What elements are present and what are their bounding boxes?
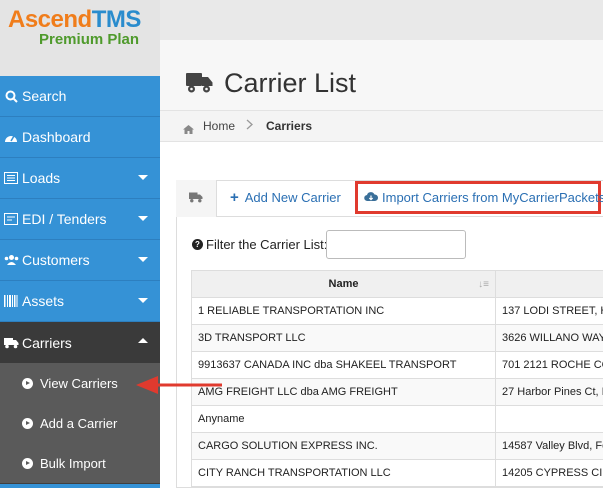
sidebar-item-label: Carriers <box>22 334 72 351</box>
tab-import-label: Import Carriers from MyCarrierPackets <box>382 190 603 205</box>
column-header-name[interactable]: Name ↓≡ <box>191 270 496 298</box>
sidebar-item-label: Assets <box>22 293 65 309</box>
filter-label: ? Filter the Carrier List: <box>192 237 327 252</box>
annotation-arrow <box>136 376 222 394</box>
cell-address: 3626 WILLANO WAY <box>495 324 603 352</box>
sidebar-item-label: Loads <box>22 170 61 186</box>
plus-icon: + <box>230 189 239 206</box>
sidebar-subitem-label: View Carriers <box>40 375 118 391</box>
tab-add-new-carrier[interactable]: + Add New Carrier <box>230 189 341 206</box>
chevron-down-icon <box>138 216 148 221</box>
cell-name[interactable]: CARGO SOLUTION EXPRESS INC. <box>191 432 496 460</box>
sidebar-subitem-label: Bulk Import <box>40 455 106 471</box>
breadcrumb-home-link[interactable]: Home <box>203 119 235 133</box>
sidebar-item-edi-tenders[interactable]: EDI / Tenders <box>0 199 160 240</box>
table-row[interactable]: 3D TRANSPORT LLC 3626 WILLANO WAY <box>191 324 603 352</box>
cell-name[interactable]: CITY RANCH TRANSPORTATION LLC <box>191 459 496 487</box>
sidebar-item-label: Search <box>22 88 67 104</box>
tab-carrier-list[interactable] <box>176 180 217 217</box>
sidebar-item-dashboard[interactable]: Dashboard <box>0 117 160 158</box>
breadcrumb-current: Carriers <box>266 119 313 133</box>
table-row[interactable]: AMG FREIGHT LLC dba AMG FREIGHT 27 Harbo… <box>191 378 603 406</box>
table-header-row: Name ↓≡ <box>191 270 603 298</box>
chevron-right-circle-icon <box>22 417 33 429</box>
tag-icon <box>3 211 19 227</box>
list-icon <box>3 170 19 186</box>
sidebar: AscendTMS Premium Plan Search Dashboard … <box>0 0 160 488</box>
cell-address: 14205 CYPRESS CIR <box>495 459 603 487</box>
sidebar-item-carriers[interactable]: Carriers <box>0 322 160 363</box>
sidebar-item-loads[interactable]: Loads <box>0 158 160 199</box>
truck-icon <box>186 72 213 99</box>
search-icon <box>3 88 19 104</box>
sidebar-subitem-bulk-import[interactable]: Bulk Import <box>0 443 160 483</box>
sidebar-item-label: Dashboard <box>22 129 91 145</box>
table-row[interactable]: CARGO SOLUTION EXPRESS INC. 14587 Valley… <box>191 432 603 460</box>
cell-address: 137 LODI STREET, H <box>495 297 603 325</box>
cloud-download-icon <box>364 190 382 205</box>
cell-address: 27 Harbor Pines Ct, I <box>495 378 603 406</box>
question-icon: ? <box>192 239 203 250</box>
chevron-right-circle-icon <box>22 377 33 389</box>
sidebar-subitem-label: Add a Carrier <box>40 415 118 431</box>
chevron-down-icon <box>138 257 148 262</box>
brand-logo[interactable]: AscendTMS Premium Plan <box>0 0 160 76</box>
chevron-down-icon <box>138 298 148 303</box>
cell-name[interactable]: Anyname <box>191 405 496 433</box>
sidebar-item-assets[interactable]: Assets <box>0 281 160 322</box>
filter-input[interactable] <box>326 230 466 259</box>
chevron-up-icon <box>138 338 148 343</box>
cell-name[interactable]: 1 RELIABLE TRANSPORTATION INC <box>191 297 496 325</box>
brand-name: AscendTMS <box>8 6 141 33</box>
column-header-label: Name <box>328 278 359 290</box>
cell-address: 701 2121 ROCHE CO <box>495 351 603 379</box>
carrier-table: Name ↓≡ 1 RELIABLE TRANSPORTATION INC 137… <box>191 270 603 487</box>
home-icon <box>183 121 194 139</box>
filter-label-text: Filter the Carrier List: <box>206 237 328 252</box>
table-row[interactable]: 1 RELIABLE TRANSPORTATION INC 137 LODI S… <box>191 297 603 325</box>
sidebar-item-customers[interactable]: Customers <box>0 240 160 281</box>
table-row[interactable]: Anyname <box>191 405 603 433</box>
chevron-right-circle-icon <box>22 457 33 469</box>
users-icon <box>3 252 19 268</box>
tab-import-carriers[interactable]: Import Carriers from MyCarrierPackets <box>355 181 603 214</box>
table-row[interactable]: CITY RANCH TRANSPORTATION LLC 14205 CYPR… <box>191 459 603 487</box>
barcode-icon <box>3 293 19 309</box>
cell-address <box>495 405 603 433</box>
column-header-address[interactable] <box>495 270 603 298</box>
cell-name[interactable]: 3D TRANSPORT LLC <box>191 324 496 352</box>
sidebar-divider <box>0 484 160 488</box>
brand-plan: Premium Plan <box>39 31 140 48</box>
sort-icon[interactable]: ↓≡ <box>478 279 489 290</box>
sidebar-item-label: Customers <box>22 252 90 268</box>
table-row[interactable]: 9913637 CANADA INC dba SHAKEEL TRANSPORT… <box>191 351 603 379</box>
sidebar-item-search[interactable]: Search <box>0 76 160 117</box>
cell-name[interactable]: 9913637 CANADA INC dba SHAKEEL TRANSPORT <box>191 351 496 379</box>
page-title: Carrier List <box>224 68 357 98</box>
cell-address: 14587 Valley Blvd, Fo <box>495 432 603 460</box>
chevron-down-icon <box>138 175 148 180</box>
truck-icon <box>3 335 19 351</box>
cell-name[interactable]: AMG FREIGHT LLC dba AMG FREIGHT <box>191 378 496 406</box>
truck-icon <box>189 190 203 208</box>
dashboard-icon <box>3 129 19 145</box>
breadcrumb-chevron-icon <box>246 119 254 133</box>
sidebar-item-label: EDI / Tenders <box>22 211 107 227</box>
sidebar-subitem-add-carrier[interactable]: Add a Carrier <box>0 403 160 443</box>
tab-add-label: Add New Carrier <box>244 190 341 205</box>
